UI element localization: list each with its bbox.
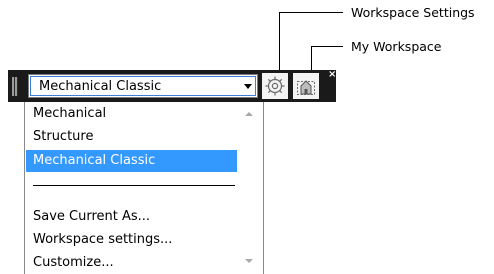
workspace-select[interactable]: Mechanical Classic [28,74,258,98]
workspace-option-mechanical-classic[interactable]: Mechanical Classic [26,150,237,172]
callout-line [279,12,343,13]
callout-label-workspace-settings: Workspace Settings [351,5,475,20]
gear-icon [265,76,285,96]
home-icon [297,80,315,95]
toolbar-grip-handle[interactable] [12,77,18,96]
workspace-settings-button[interactable] [262,73,288,99]
workspace-option-mechanical[interactable]: Mechanical [26,103,237,125]
menu-item-workspace-settings[interactable]: Workspace settings... [26,229,237,251]
scroll-down-arrow-icon[interactable] [245,259,253,263]
menu-separator [33,185,235,186]
menu-item-customize[interactable]: Customize... [26,252,237,274]
callout-line [279,12,280,76]
menu-item-save-current-as[interactable]: Save Current As... [26,206,237,228]
scroll-up-arrow-icon[interactable] [245,112,253,116]
workspace-option-structure[interactable]: Structure [26,126,237,148]
my-workspace-button[interactable] [293,73,319,99]
dropdown-scrollbar[interactable] [238,102,262,274]
callout-line [311,46,343,47]
workspace-select-field: Mechanical Classic [30,76,256,96]
workspace-select-value: Mechanical Classic [39,79,162,94]
close-icon[interactable]: × [328,70,336,80]
callout-label-my-workspace: My Workspace [351,39,442,54]
chevron-down-icon[interactable] [241,75,255,97]
workspace-dropdown-list: Mechanical Structure Mechanical Classic … [24,102,264,274]
